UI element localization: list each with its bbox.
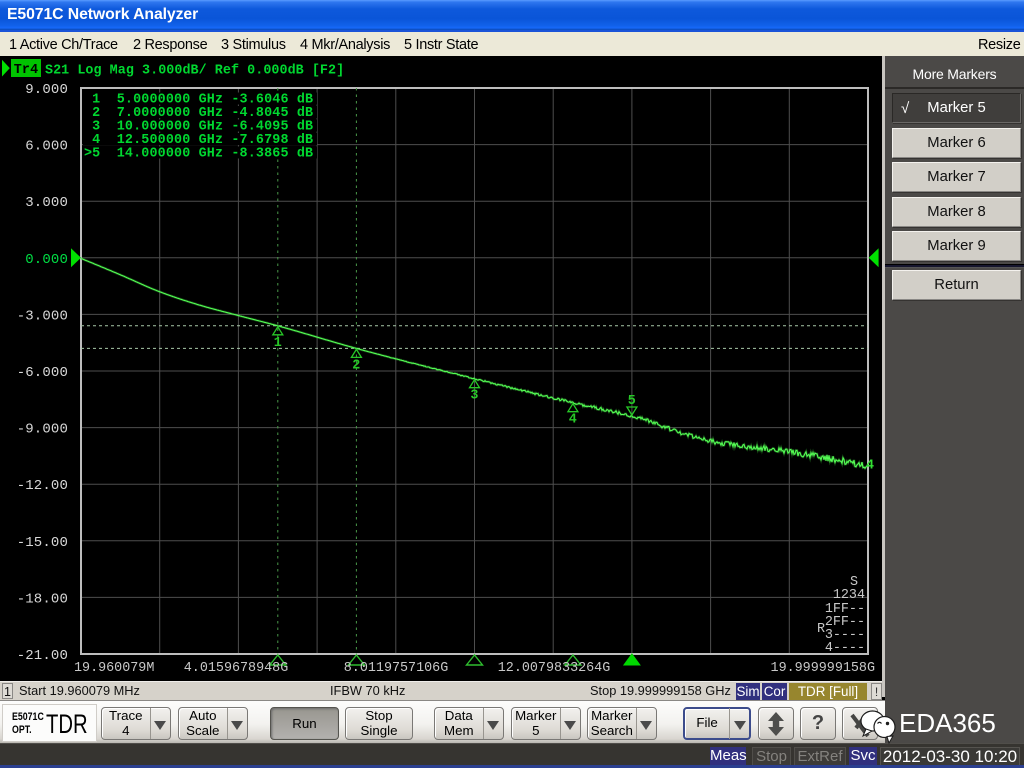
svg-text:9.000: 9.000 [25, 82, 68, 98]
svg-text:1234: 1234 [833, 588, 865, 603]
svg-text:3: 3 [470, 389, 478, 404]
svg-text:-3.000: -3.000 [17, 308, 68, 324]
svg-text:-21.00: -21.00 [17, 648, 68, 664]
svg-text:4.0159678948G: 4.0159678948G [184, 661, 288, 676]
svg-text:0.000: 0.000 [25, 252, 68, 268]
svg-text:-12.00: -12.00 [17, 478, 68, 494]
svg-text:Tr4: Tr4 [14, 63, 39, 78]
svg-text:2: 2 [352, 358, 360, 373]
svg-text:-9.000: -9.000 [17, 422, 68, 438]
svg-text:19.999999158G: 19.999999158G [771, 661, 875, 676]
svg-text:-6.000: -6.000 [17, 365, 68, 381]
svg-text:3.000: 3.000 [25, 195, 68, 211]
svg-text:1: 1 [274, 336, 282, 351]
svg-text:-18.00: -18.00 [17, 591, 68, 607]
svg-text:4----: 4---- [825, 641, 865, 656]
svg-text:S21 Log Mag 3.000dB/ Ref 0.000: S21 Log Mag 3.000dB/ Ref 0.000dB [F2] [45, 64, 344, 79]
svg-text:19.960079M: 19.960079M [74, 661, 154, 676]
svg-text:6.000: 6.000 [25, 139, 68, 155]
svg-text:8.0119757106G: 8.0119757106G [344, 661, 448, 676]
svg-text:12.0079833264G: 12.0079833264G [498, 661, 611, 676]
svg-text:-15.00: -15.00 [17, 535, 68, 551]
svg-text:>5 14.000000 GHz -8.3865 dB: >5 14.000000 GHz -8.3865 dB [84, 147, 313, 162]
svg-text:4: 4 [569, 413, 577, 428]
svg-text:5: 5 [628, 394, 636, 409]
svg-text:4: 4 [866, 459, 874, 474]
